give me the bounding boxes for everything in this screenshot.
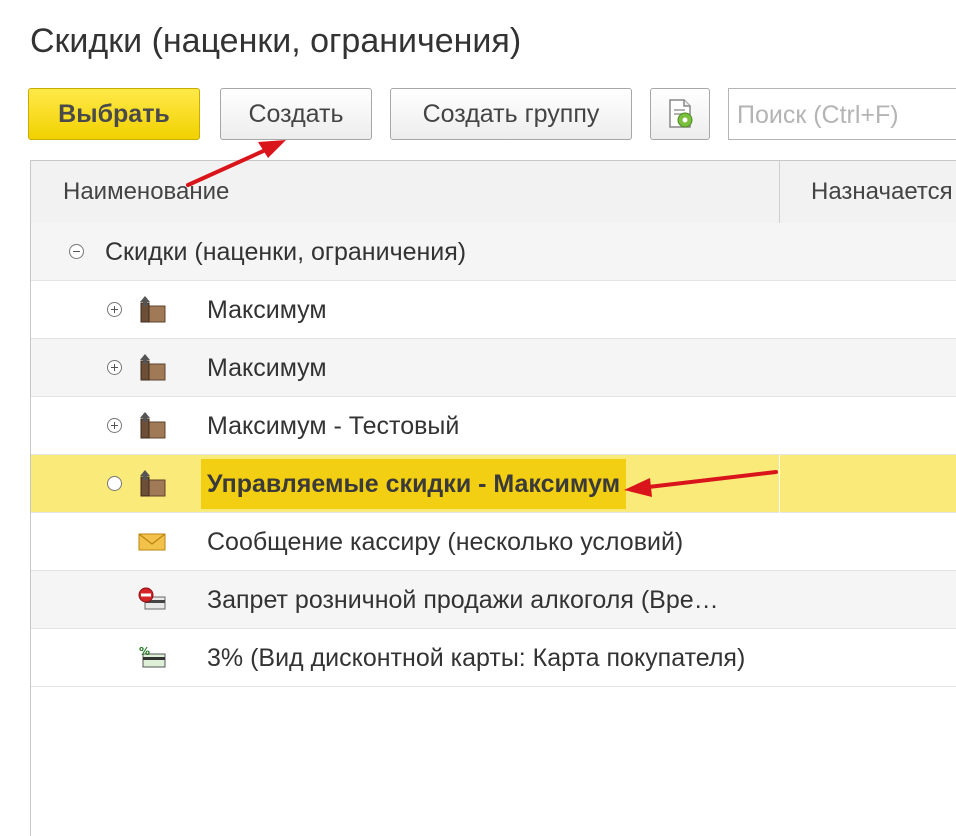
list-settings-icon [669,99,693,128]
column-header-name[interactable]: Наименование [63,161,229,223]
create-group-button[interactable]: Создать группу [390,88,632,140]
table-row[interactable]: Максимум - Тестовый [31,397,956,455]
envelope-icon [138,533,166,551]
table-row-selected[interactable]: Управляемые скидки - Максимум [31,455,956,513]
row-label: Сообщение кассиру (несколько условий) [207,528,684,556]
empty-node-icon [107,476,122,491]
collapse-icon[interactable] [69,244,84,259]
column-header-assigned[interactable]: Назначается [811,161,953,223]
list-settings-button[interactable] [650,88,710,140]
expand-icon[interactable] [107,302,122,317]
prohibited-icon [138,587,166,610]
table-row[interactable]: % 3% (Вид дисконтной карты: Карта покупа… [31,629,956,687]
table-header: Наименование Назначается [31,161,956,224]
folder-up-icon [140,470,166,497]
row-label: Скидки (наценки, ограничения) [105,238,467,266]
folder-up-icon [140,296,166,323]
expand-icon[interactable] [107,360,122,375]
select-button[interactable]: Выбрать [28,88,200,140]
row-label: Максимум - Тестовый [207,412,460,440]
row-label: Максимум [207,354,327,382]
table-row[interactable]: Сообщение кассиру (несколько условий) [31,513,956,571]
create-button[interactable]: Создать [220,88,372,140]
folder-up-icon [140,412,166,439]
row-label: Управляемые скидки - Максимум [201,459,627,509]
table-row[interactable]: Максимум [31,281,956,339]
page-title: Скидки (наценки, ограничения) [30,22,522,60]
row-label: Запрет розничной продажи алкоголя (Вре… [207,586,719,614]
table-row[interactable]: Запрет розничной продажи алкоголя (Вре… [31,571,956,629]
row-label: Максимум [207,296,327,324]
table-row[interactable]: Максимум [31,339,956,397]
discounts-table: Наименование Назначается Скидки (наценки… [30,160,956,836]
svg-text:%: % [139,645,150,658]
column-divider [779,455,780,513]
table-row-root[interactable]: Скидки (наценки, ограничения) [31,223,956,281]
expand-icon[interactable] [107,418,122,433]
search-input[interactable]: Поиск (Ctrl+F) [728,88,956,140]
column-divider [779,161,780,223]
discount-card-icon: % [139,645,166,668]
folder-up-icon [140,354,166,381]
row-label: 3% (Вид дисконтной карты: Карта покупате… [207,644,746,672]
discounts-form: Скидки (наценки, ограничения) Выбрать Со… [0,0,956,836]
